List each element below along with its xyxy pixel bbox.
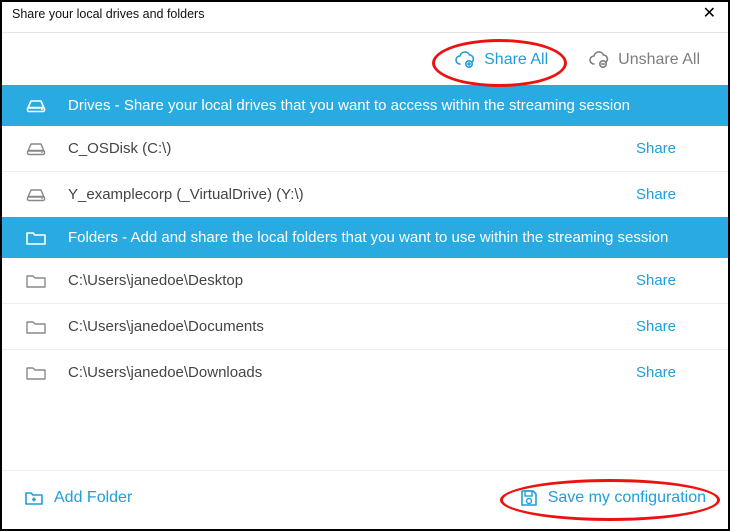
cloud-share-icon (454, 51, 476, 69)
folder-icon (24, 319, 48, 335)
folder-label: C:\Users\janedoe\Downloads (68, 364, 616, 381)
drives-header-text: Drives - Share your local drives that yo… (68, 97, 630, 114)
drive-row: C_OSDisk (C:\) Share (2, 126, 728, 171)
folders-header-text: Folders - Add and share the local folder… (68, 229, 668, 246)
folder-label: C:\Users\janedoe\Desktop (68, 272, 616, 289)
drive-row: Y_examplecorp (_VirtualDrive) (Y:\) Shar… (2, 172, 728, 217)
drive-label: Y_examplecorp (_VirtualDrive) (Y:\) (68, 186, 616, 203)
cloud-unshare-icon (588, 51, 610, 69)
save-config-label: Save my configuration (548, 489, 706, 507)
add-folder-icon (24, 490, 44, 506)
add-folder-button[interactable]: Add Folder (24, 489, 132, 507)
folder-label: C:\Users\janedoe\Documents (68, 318, 616, 335)
top-actions: Share All Unshare All (2, 33, 728, 85)
share-all-button[interactable]: Share All (454, 51, 548, 69)
folder-icon (24, 365, 48, 381)
save-icon (520, 489, 538, 507)
close-icon: ✕ (703, 5, 716, 22)
share-button[interactable]: Share (636, 140, 706, 157)
drive-icon (24, 99, 48, 113)
folder-icon (24, 273, 48, 289)
save-config-button[interactable]: Save my configuration (520, 489, 706, 507)
title-bar: Share your local drives and folders ✕ (2, 2, 728, 33)
share-button[interactable]: Share (636, 186, 706, 203)
drives-section-header: Drives - Share your local drives that yo… (2, 85, 728, 126)
folder-row: C:\Users\janedoe\Documents Share (2, 304, 728, 349)
bottom-bar: Add Folder Save my configuration (2, 470, 728, 529)
drive-icon (24, 188, 48, 202)
unshare-all-button[interactable]: Unshare All (588, 51, 700, 69)
share-button[interactable]: Share (636, 318, 706, 335)
share-all-label: Share All (484, 51, 548, 69)
drive-label: C_OSDisk (C:\) (68, 140, 616, 157)
close-button[interactable]: ✕ (701, 6, 718, 22)
share-button[interactable]: Share (636, 364, 706, 381)
folder-row: C:\Users\janedoe\Desktop Share (2, 258, 728, 303)
drive-icon (24, 142, 48, 156)
share-button[interactable]: Share (636, 272, 706, 289)
unshare-all-label: Unshare All (618, 51, 700, 69)
folder-icon (24, 230, 48, 246)
folders-section-header: Folders - Add and share the local folder… (2, 217, 728, 258)
window-title: Share your local drives and folders (12, 7, 204, 21)
add-folder-label: Add Folder (54, 489, 132, 507)
folder-row: C:\Users\janedoe\Downloads Share (2, 350, 728, 395)
